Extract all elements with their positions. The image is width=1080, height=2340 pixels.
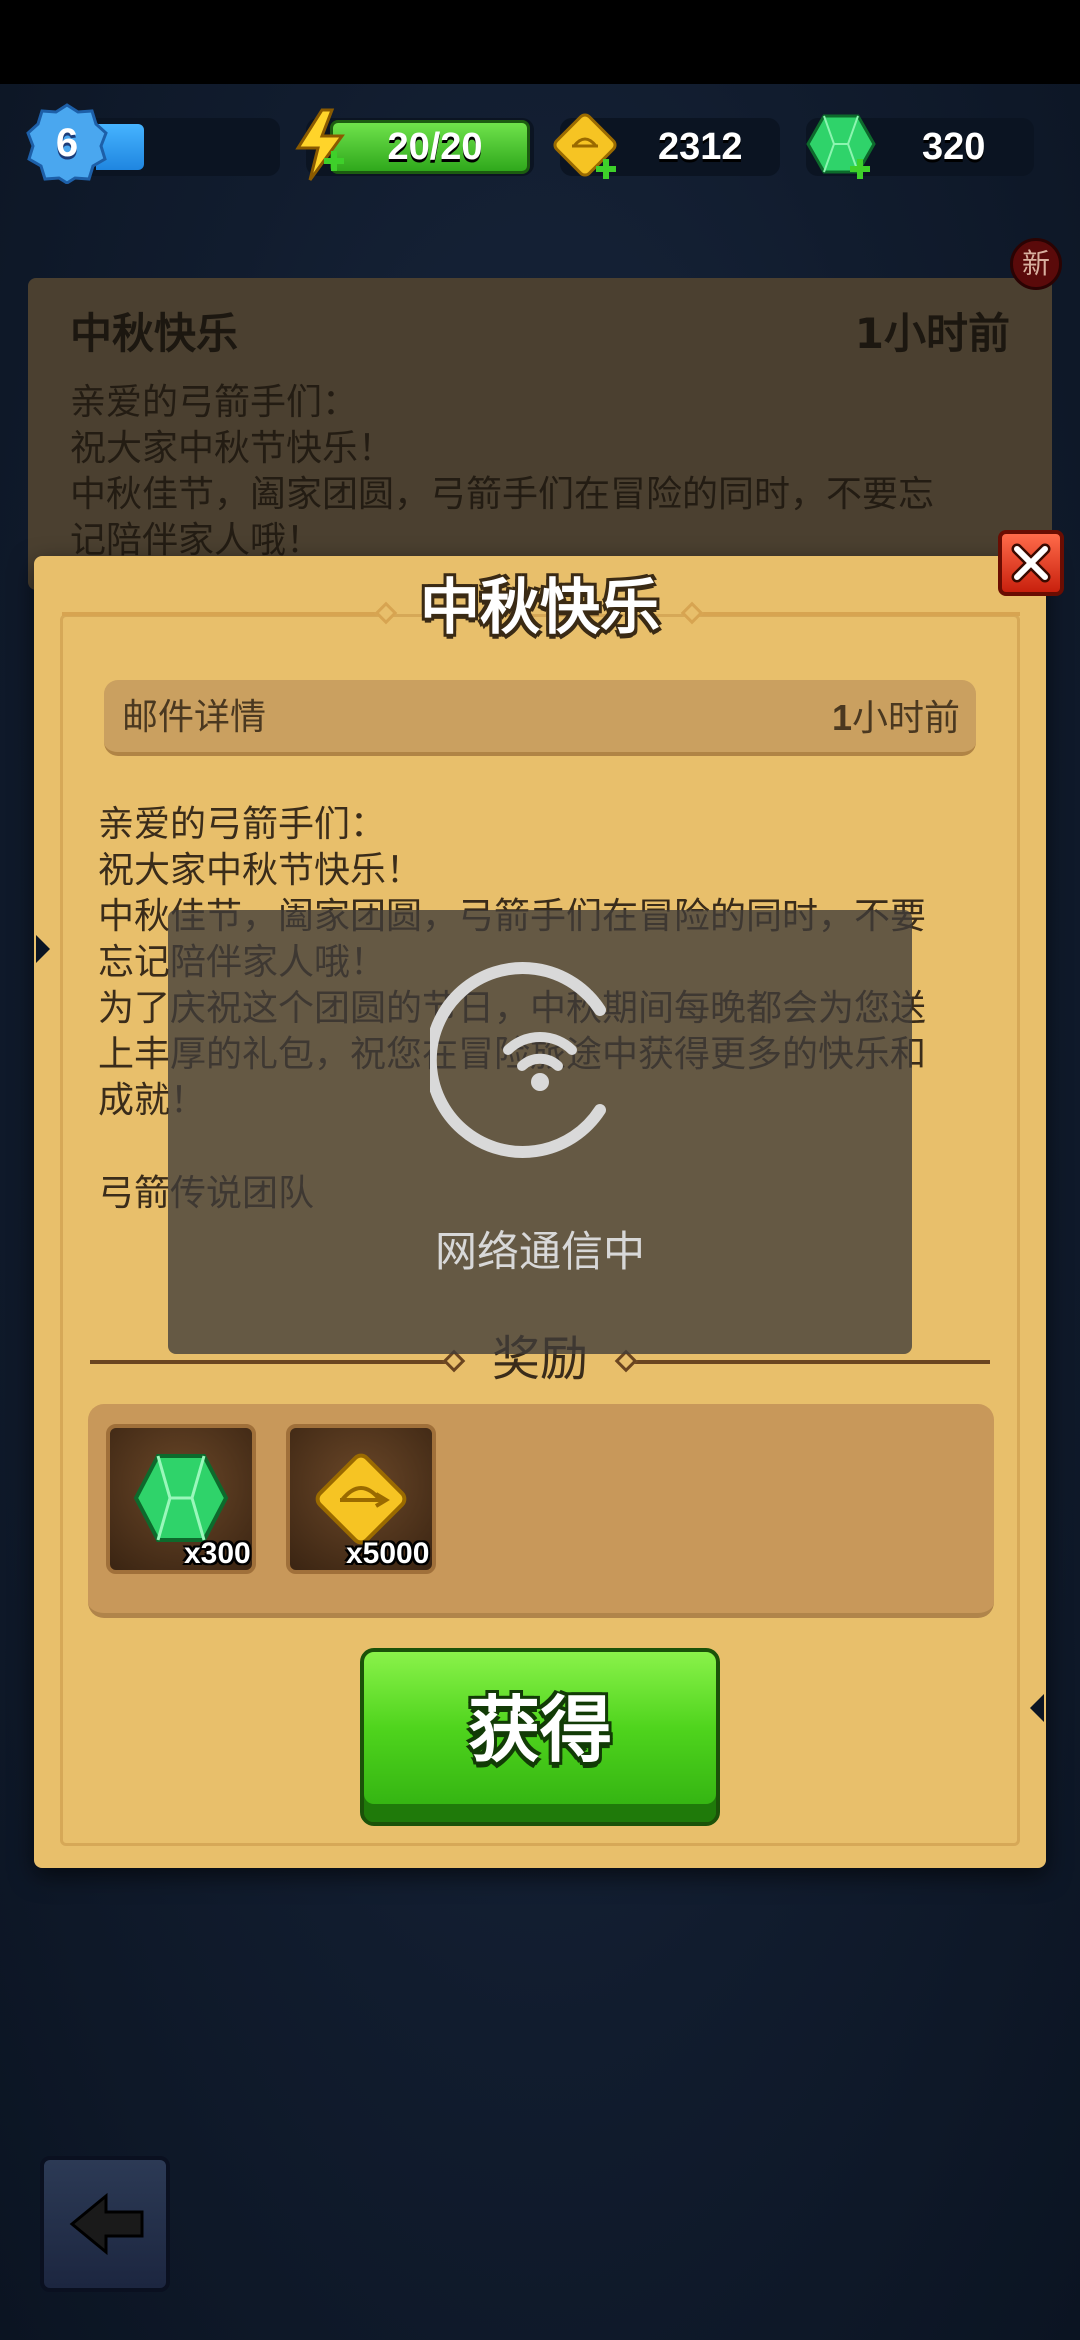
network-loading-spinner-icon bbox=[430, 962, 606, 1158]
title-divider-right bbox=[700, 612, 1020, 616]
mail-detail-time: 1小时前 bbox=[832, 686, 960, 751]
player-level: 6 bbox=[55, 121, 79, 165]
mail-detail-label: 邮件详情 bbox=[122, 697, 267, 738]
reward-qty-gold: x5000 bbox=[346, 1537, 430, 1570]
new-badge: 新 bbox=[1010, 238, 1062, 290]
status-bar-area bbox=[0, 0, 1080, 84]
mail-list-item-time: 1小时前 bbox=[854, 309, 1010, 358]
mail-time-number: 1 bbox=[831, 697, 852, 738]
loading-text: 网络通信中 bbox=[434, 1227, 645, 1276]
rewards-divider-left bbox=[90, 1360, 450, 1364]
mail-list-item-title: 中秋快乐 bbox=[70, 309, 239, 358]
gem-count: 320 bbox=[922, 126, 986, 168]
back-arrow-icon bbox=[69, 2192, 144, 2256]
reward-qty-gems: x300 bbox=[184, 1537, 251, 1570]
title-divider-left bbox=[62, 612, 382, 616]
close-icon bbox=[1011, 543, 1051, 583]
rewards-divider-right bbox=[630, 1360, 990, 1364]
gem-add-icon[interactable] bbox=[800, 106, 884, 188]
close-button[interactable] bbox=[998, 530, 1064, 596]
claim-button-label: 获得 bbox=[467, 1688, 612, 1772]
mail-list-item-body: 亲爱的弓箭手们： 祝大家中秋节快乐！ 中秋佳节，阖家团圆，弓箭手们在冒险的同时，… bbox=[70, 382, 935, 561]
energy-count: 20/20 bbox=[387, 126, 483, 168]
back-button[interactable] bbox=[40, 2156, 170, 2292]
gold-count: 2312 bbox=[658, 126, 743, 168]
right-edge-arrow-icon bbox=[1030, 1694, 1044, 1722]
gold-coin-add-icon[interactable] bbox=[548, 108, 628, 188]
left-edge-arrow-icon bbox=[36, 935, 50, 963]
mail-time-unit: 小时前 bbox=[851, 698, 960, 739]
dialog-title: 中秋快乐 bbox=[420, 573, 660, 643]
